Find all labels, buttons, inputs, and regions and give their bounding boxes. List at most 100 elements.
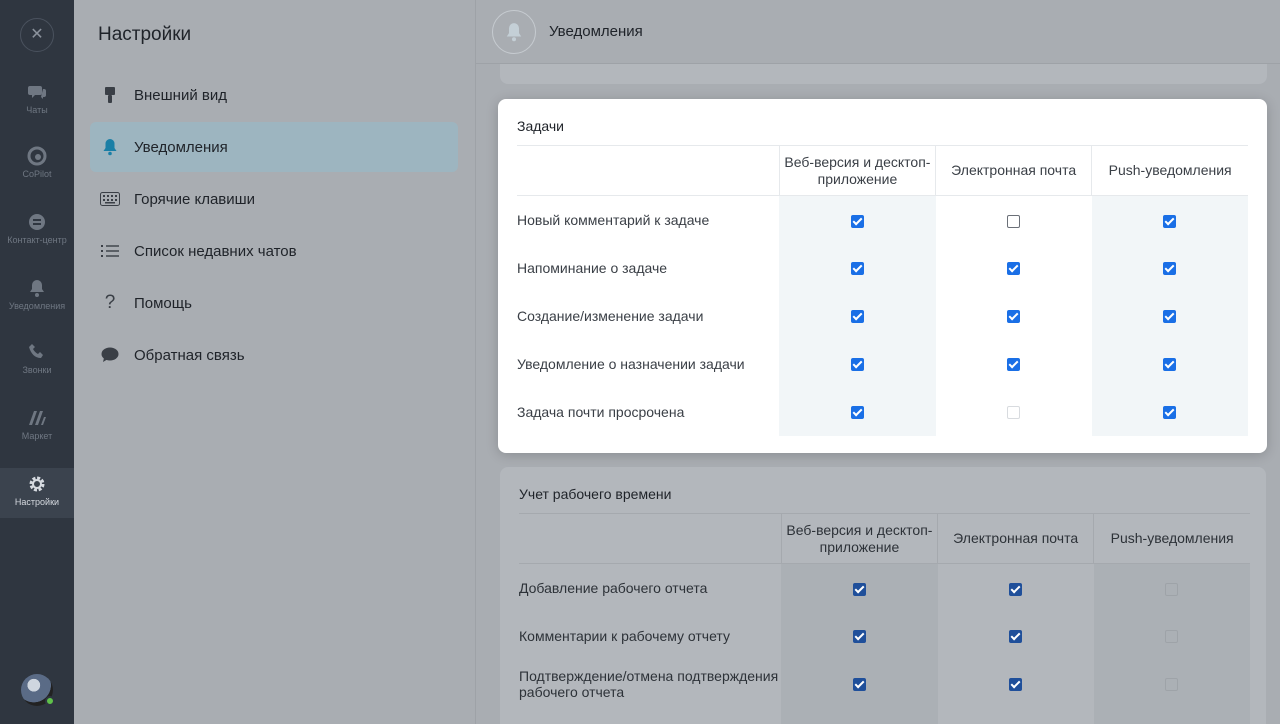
online-status-dot [45, 696, 55, 706]
table-row: Задача почти просрочена [517, 387, 1248, 436]
rail-item-chats[interactable]: Чаты [0, 82, 74, 115]
tasks-notification-table: Веб-версия и десктоп-приложение Электрон… [517, 145, 1248, 436]
phone-icon [29, 344, 43, 358]
avatar[interactable] [21, 674, 55, 706]
push-checkbox[interactable] [1163, 262, 1177, 276]
row-label: Подтверждение/отмена подтверждения рабоч… [519, 667, 779, 700]
rail-item-notifications[interactable]: Уведомления [0, 278, 74, 311]
email-checkbox[interactable] [1009, 630, 1023, 644]
row-label: Новый комментарий к задаче [517, 211, 710, 228]
worktime-rows: Добавление рабочего отчета Комментарии к … [519, 563, 1250, 724]
rail-item-contact-center[interactable]: Контакт-центр [0, 212, 74, 245]
row-label: Новые записи в отчете по рабочему [519, 708, 781, 724]
rail-item-calls[interactable]: Звонки [0, 342, 74, 375]
cell-web [779, 291, 936, 340]
menu-item-appearance[interactable]: Внешний вид [90, 70, 458, 120]
speech-bubble-icon [100, 345, 120, 365]
table-row: Комментарии к рабочему отчету [519, 611, 1250, 660]
push-checkbox[interactable] [1163, 406, 1177, 420]
cell-web [779, 195, 936, 244]
rail-item-label: Уведомления [8, 301, 66, 311]
cell-push [1091, 339, 1248, 388]
menu-item-label: Обратная связь [134, 346, 245, 364]
web-checkbox[interactable] [852, 582, 866, 596]
cell-email [936, 244, 1092, 292]
gear-icon [29, 476, 45, 492]
email-checkbox[interactable] [1009, 582, 1023, 596]
column-header-push: Push-уведомления [1091, 145, 1248, 196]
menu-item-recent-chats[interactable]: Список недавних чатов [90, 226, 458, 276]
push-checkbox[interactable] [1163, 214, 1177, 228]
email-checkbox[interactable] [1007, 262, 1021, 276]
market-icon [29, 411, 46, 425]
row-label-header [519, 513, 782, 564]
table-row: Новый комментарий к задаче [517, 195, 1248, 244]
close-button[interactable]: ✕ [20, 18, 54, 52]
cell-web [779, 243, 936, 292]
cell-email [938, 660, 1094, 708]
cell-web [779, 339, 936, 388]
list-icon [100, 241, 120, 261]
web-checkbox[interactable] [850, 406, 864, 420]
cell-push [1091, 243, 1248, 292]
push-checkbox[interactable] [1163, 310, 1177, 324]
app-rail: ✕ Чаты CoPilot Контакт-центр Уведомления… [0, 0, 74, 724]
row-label: Создание/изменение задачи [517, 307, 704, 324]
column-header-web: Веб-версия и десктоп-приложение [778, 145, 936, 196]
rail-item-settings[interactable]: Настройки [0, 468, 74, 518]
web-checkbox[interactable] [850, 262, 864, 276]
menu-item-label: Горячие клавиши [134, 190, 256, 208]
email-checkbox[interactable] [1007, 310, 1021, 324]
rail-item-copilot[interactable]: CoPilot [0, 146, 74, 179]
tasks-section-card: Задачи Веб-версия и десктоп-приложение Э… [498, 99, 1267, 453]
email-checkbox[interactable] [1009, 678, 1023, 692]
web-checkbox[interactable] [850, 310, 864, 324]
push-checkbox [1165, 678, 1179, 692]
row-label: Уведомление о назначении задачи [517, 355, 745, 372]
cell-web [781, 659, 938, 708]
bell-icon [30, 280, 44, 297]
brush-icon [100, 85, 120, 105]
menu-item-label: Уведомления [134, 138, 228, 156]
question-icon: ? [104, 292, 116, 313]
contact-center-icon [29, 214, 45, 230]
rail-item-label: Чаты [26, 105, 48, 115]
column-header-push: Push-уведомления [1093, 513, 1250, 564]
rail-item-label: CoPilot [22, 169, 52, 179]
row-label: Добавление рабочего отчета [519, 579, 708, 596]
copilot-icon [27, 146, 47, 166]
bell-icon [492, 10, 536, 54]
menu-item-notifications[interactable]: Уведомления [90, 122, 458, 172]
email-checkbox[interactable] [1007, 214, 1021, 228]
table-row: Подтверждение/отмена подтверждения рабоч… [519, 659, 1250, 708]
row-label: Комментарии к рабочему отчету [519, 627, 730, 644]
cell-push [1093, 611, 1250, 660]
settings-sidebar: Настройки Внешний вид Уведомления Горячи… [74, 0, 475, 724]
cell-push [1091, 387, 1248, 436]
cell-email [936, 196, 1092, 244]
table-row: Новые записи в отчете по рабочему [519, 707, 1250, 724]
menu-item-help[interactable]: ? Помощь [90, 278, 458, 328]
cell-push [1091, 195, 1248, 244]
cell-push [1093, 707, 1250, 724]
rail-item-market[interactable]: Маркет [0, 408, 74, 441]
web-checkbox[interactable] [852, 678, 866, 692]
menu-item-label: Внешний вид [134, 86, 227, 104]
menu-item-feedback[interactable]: Обратная связь [90, 330, 458, 380]
email-checkbox[interactable] [1007, 358, 1021, 372]
cell-push [1093, 563, 1250, 612]
page-header: Уведомления [476, 0, 1280, 64]
worktime-notification-table: Веб-версия и десктоп-приложение Электрон… [519, 513, 1250, 724]
rail-item-label: Настройки [14, 497, 60, 507]
web-checkbox[interactable] [850, 214, 864, 228]
column-header-email: Электронная почта [937, 513, 1094, 564]
menu-item-hotkeys[interactable]: Горячие клавиши [90, 174, 458, 224]
web-checkbox[interactable] [852, 630, 866, 644]
cell-email [936, 388, 1092, 436]
push-checkbox[interactable] [1163, 358, 1177, 372]
row-label-header [517, 145, 780, 196]
web-checkbox[interactable] [850, 358, 864, 372]
row-label: Задача почти просрочена [517, 403, 685, 420]
cell-email [938, 612, 1094, 660]
table-row: Напоминание о задаче [517, 243, 1248, 292]
